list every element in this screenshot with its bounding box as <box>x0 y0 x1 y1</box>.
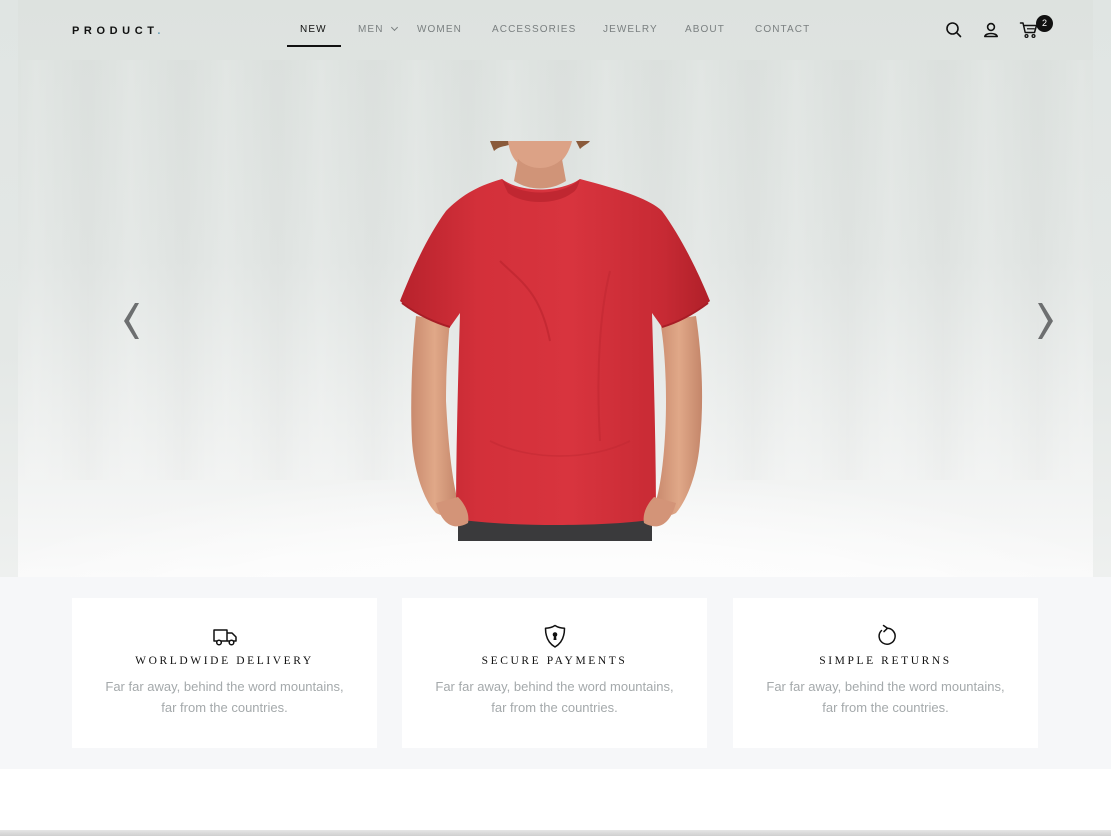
feature-card-payments: SECURE PAYMENTS Far far away, behind the… <box>402 598 707 748</box>
feature-description: Far far away, behind the word mountains,… <box>422 676 687 718</box>
feature-title: WORLDWIDE DELIVERY <box>135 655 314 667</box>
nav-item-accessories[interactable]: ACCESSORIES <box>492 24 576 35</box>
hero-edge-left <box>0 0 18 577</box>
feature-description-line: Far far away, behind the word mountains, <box>766 679 1005 694</box>
shield-lock-icon <box>544 624 566 648</box>
nav-item-men-label: MEN <box>358 24 384 35</box>
nav-item-men[interactable]: MEN <box>358 23 398 35</box>
return-icon <box>878 624 896 645</box>
section-divider <box>0 830 1111 836</box>
search-icon[interactable] <box>944 20 964 40</box>
chevron-left-icon[interactable] <box>120 300 142 342</box>
site-header: PRODUCT. NEW MEN WOMEN ACCESSORIES JEWEL… <box>0 0 1111 62</box>
feature-card-returns: SIMPLE RETURNS Far far away, behind the … <box>733 598 1038 748</box>
nav-item-women[interactable]: WOMEN <box>417 24 462 35</box>
nav-item-about[interactable]: ABOUT <box>685 24 725 35</box>
nav-item-new[interactable]: NEW <box>300 24 327 35</box>
nav-active-underline <box>287 45 341 47</box>
feature-description-line: Far far away, behind the word mountains, <box>435 679 674 694</box>
feature-description: Far far away, behind the word mountains,… <box>92 676 357 718</box>
chevron-down-icon <box>390 23 398 32</box>
feature-description-line: far from the countries. <box>161 700 288 715</box>
feature-card-delivery: WORLDWIDE DELIVERY Far far away, behind … <box>72 598 377 748</box>
feature-description-line: far from the countries. <box>822 700 949 715</box>
feature-description-line: far from the countries. <box>491 700 618 715</box>
feature-title: SECURE PAYMENTS <box>481 655 628 667</box>
product-image-red-tshirt <box>400 141 710 541</box>
truck-icon <box>213 629 237 646</box>
nav-item-contact[interactable]: CONTACT <box>755 24 810 35</box>
user-icon[interactable] <box>981 20 1001 40</box>
cart-count-badge: 2 <box>1036 15 1053 32</box>
feature-description: Far far away, behind the word mountains,… <box>753 676 1018 718</box>
nav-item-jewelry[interactable]: JEWELRY <box>603 24 658 35</box>
feature-description-line: Far far away, behind the word mountains, <box>105 679 344 694</box>
feature-title: SIMPLE RETURNS <box>819 655 952 667</box>
page: PRODUCT. NEW MEN WOMEN ACCESSORIES JEWEL… <box>0 0 1111 836</box>
chevron-right-icon[interactable] <box>1035 300 1057 342</box>
hero-edge-right <box>1093 0 1111 577</box>
